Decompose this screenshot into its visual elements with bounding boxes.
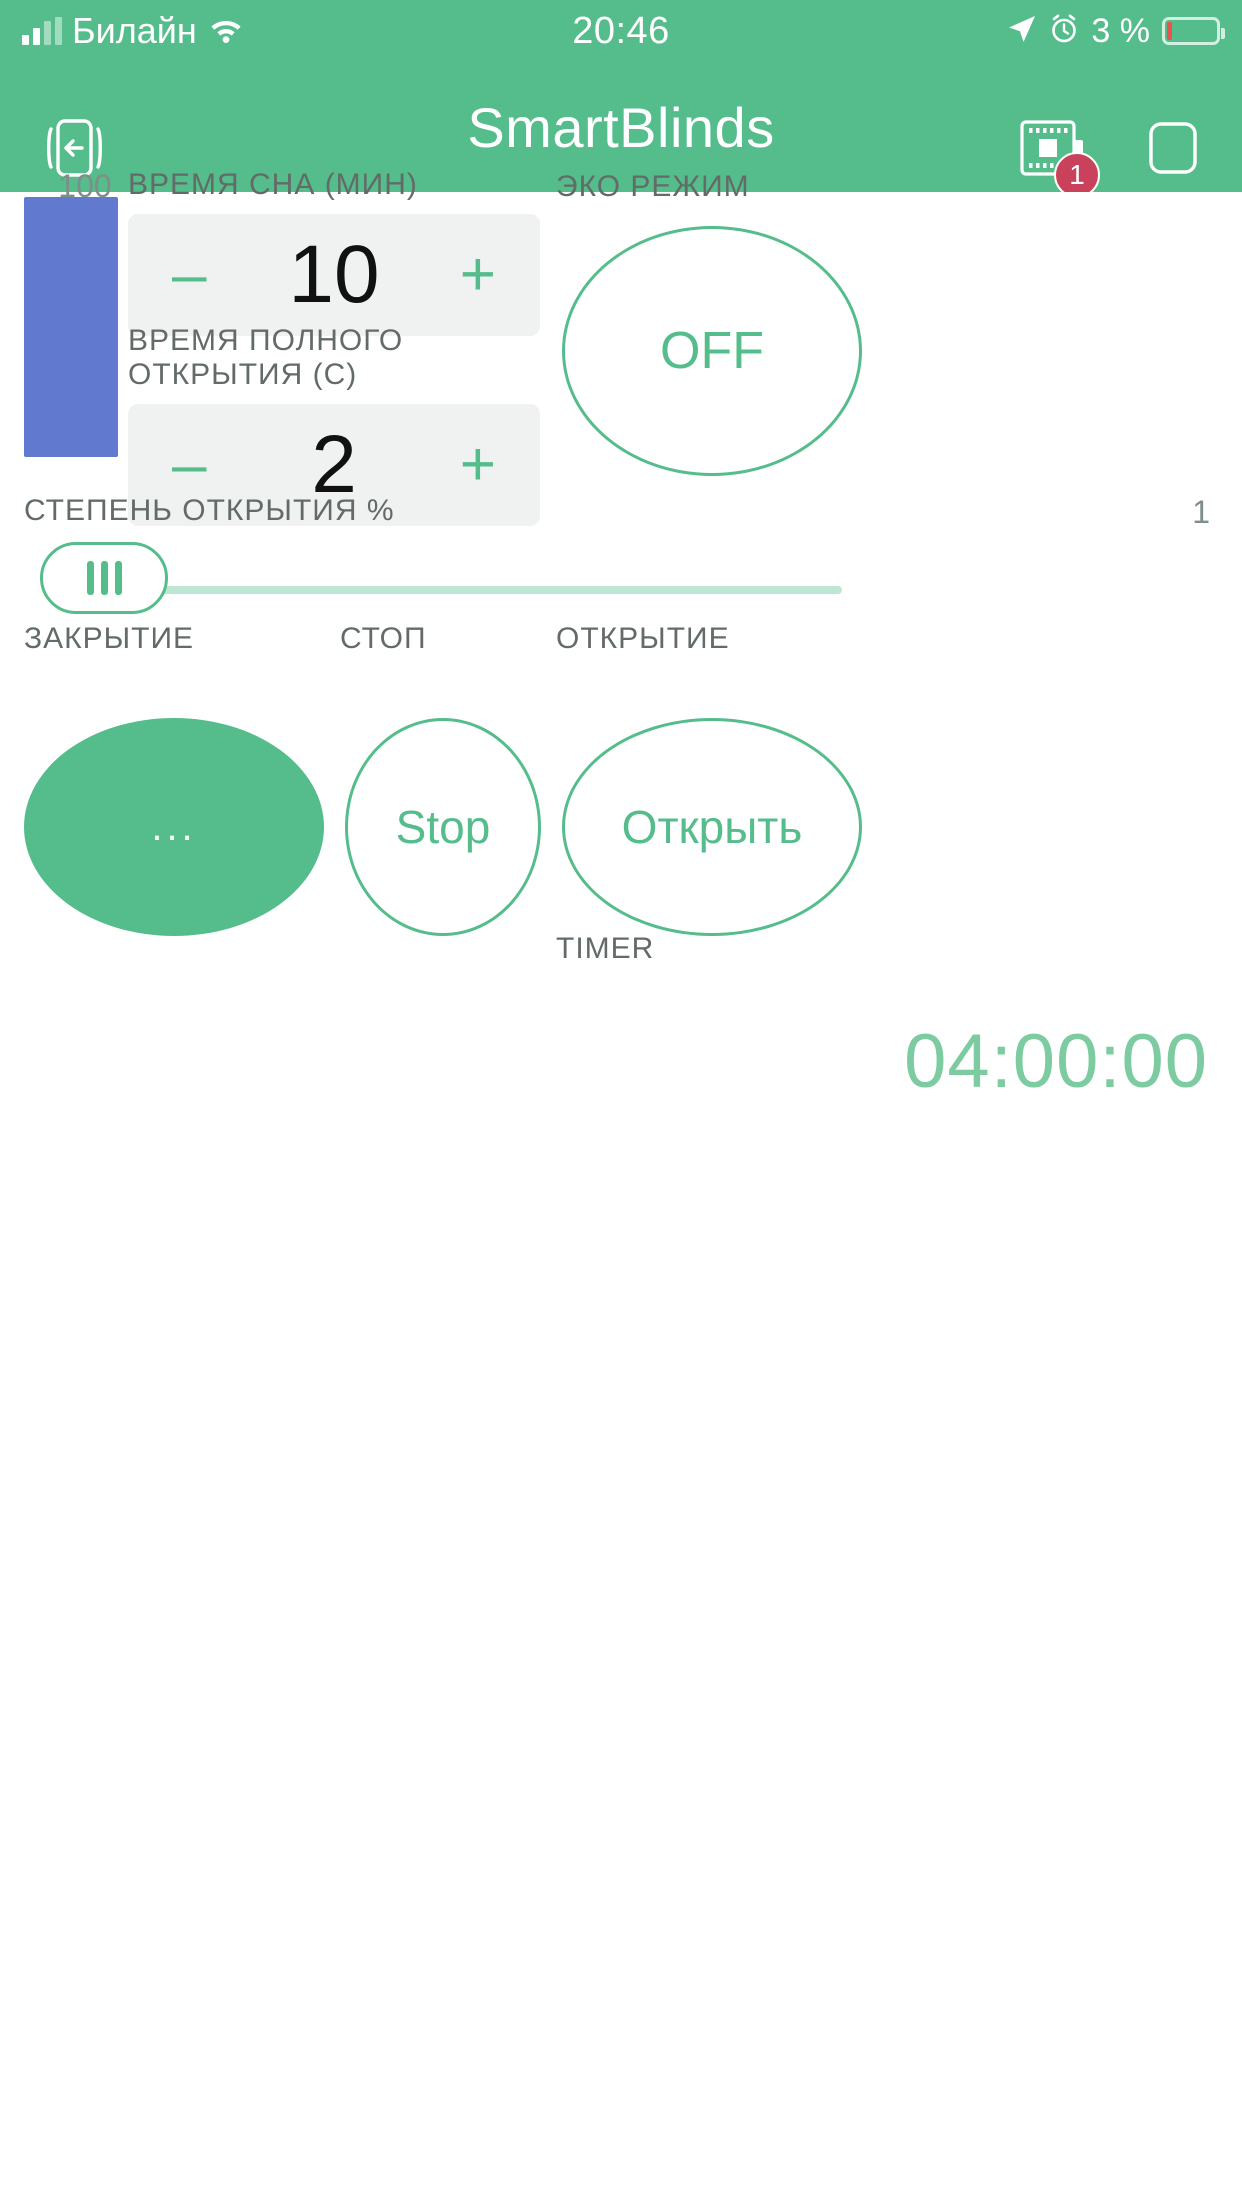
sleep-time-minus-button[interactable]: – [172, 244, 206, 306]
timer-label: TIMER [556, 932, 655, 965]
stop-button[interactable]: Stop [345, 718, 541, 936]
eco-mode-section: ЭКО РЕЖИМ OFF [556, 170, 1216, 476]
open-degree-value: 1 [1192, 494, 1210, 530]
location-arrow-icon [1007, 14, 1037, 49]
sleep-time-stepper: – 10 + [128, 214, 540, 336]
drag-handle-icon [86, 561, 94, 595]
battery-percent: 3 % [1091, 11, 1150, 50]
sleep-time-plus-button[interactable]: + [460, 244, 496, 306]
open-control: ОТКРЫТИЕ Открыть [556, 622, 862, 936]
battery-icon [1162, 17, 1225, 45]
timer-section: TIMER 04:00:00 [556, 932, 1242, 1105]
eco-mode-toggle-button[interactable]: OFF [562, 226, 862, 476]
app-screen: Билайн 20:46 3 % SmartBlinds 1 100 ВРЕМЯ… [0, 0, 1242, 2208]
close-label: ЗАКРЫТИЕ [24, 622, 195, 655]
eco-mode-label: ЭКО РЕЖИМ [556, 170, 750, 203]
sleep-time-value: 10 [288, 229, 380, 320]
alarm-clock-icon [1049, 14, 1079, 49]
full-open-time-plus-button[interactable]: + [460, 434, 496, 496]
close-button[interactable]: ... [24, 718, 324, 936]
open-degree-label: СТЕПЕНЬ ОТКРЫТИЯ % [24, 494, 395, 527]
status-bar-right: 3 % [1007, 0, 1225, 62]
open-degree-slider-track[interactable] [90, 586, 842, 594]
sleep-time-label: ВРЕМЯ СНА (МИН) [128, 168, 418, 201]
stop-control: СТОП Stop [340, 622, 541, 936]
open-button[interactable]: Открыть [562, 718, 862, 936]
open-degree-slider-thumb[interactable] [40, 542, 168, 614]
main-content: 100 ВРЕМЯ СНА (МИН) – 10 + ВРЕМЯ ПОЛНОГО… [0, 168, 1242, 2208]
close-control: ЗАКРЫТИЕ ... [24, 622, 324, 936]
status-time: 20:46 [572, 9, 670, 52]
full-open-time-minus-button[interactable]: – [172, 434, 206, 496]
timer-value: 04:00:00 [904, 1019, 1208, 1104]
stop-label: СТОП [340, 622, 427, 655]
level-indicator-bar [24, 197, 118, 457]
status-bar: Билайн 20:46 3 % [0, 0, 1242, 62]
open-label: ОТКРЫТИЕ [556, 622, 730, 655]
sleep-time-field: ВРЕМЯ СНА (МИН) – 10 + [128, 168, 540, 336]
full-open-time-label: ВРЕМЯ ПОЛНОГО ОТКРЫТИЯ (С) [128, 324, 404, 391]
